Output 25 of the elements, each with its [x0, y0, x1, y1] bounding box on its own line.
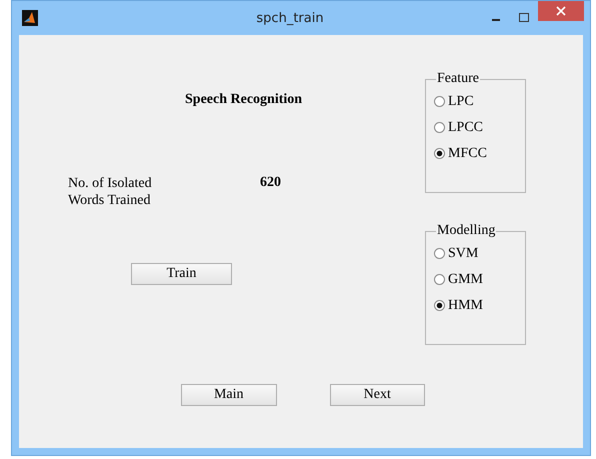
group-title: Feature — [436, 71, 480, 87]
radio-button[interactable] — [434, 274, 445, 285]
count-label: No. of Isolated Words Trained — [68, 175, 153, 209]
radio-button[interactable] — [434, 96, 445, 107]
app-icon — [22, 10, 38, 26]
group-title: Modelling — [436, 223, 496, 239]
radio-option[interactable]: GMM — [434, 269, 517, 290]
maximize-icon — [519, 13, 529, 23]
close-icon — [556, 6, 566, 16]
window-title: spch_train — [255, 10, 325, 26]
radio-option[interactable]: LPC — [434, 91, 517, 112]
radio-option[interactable]: SVM — [434, 243, 517, 264]
radio-option[interactable]: HMM — [434, 295, 517, 316]
radio-option[interactable]: LPCC — [434, 117, 517, 138]
radio-button[interactable] — [434, 300, 445, 311]
close-button[interactable] — [538, 1, 584, 21]
train-button[interactable]: Train — [131, 263, 232, 285]
radio-button[interactable] — [434, 248, 445, 259]
radio-option[interactable]: MFCC — [434, 143, 517, 164]
nav-button[interactable]: Next — [330, 384, 425, 406]
heading-text: Speech Recognition — [185, 92, 304, 108]
count-value: 620 — [260, 175, 281, 192]
nav-button[interactable]: Main — [181, 384, 276, 406]
radio-button[interactable] — [434, 122, 445, 133]
radio-button[interactable] — [434, 148, 445, 159]
